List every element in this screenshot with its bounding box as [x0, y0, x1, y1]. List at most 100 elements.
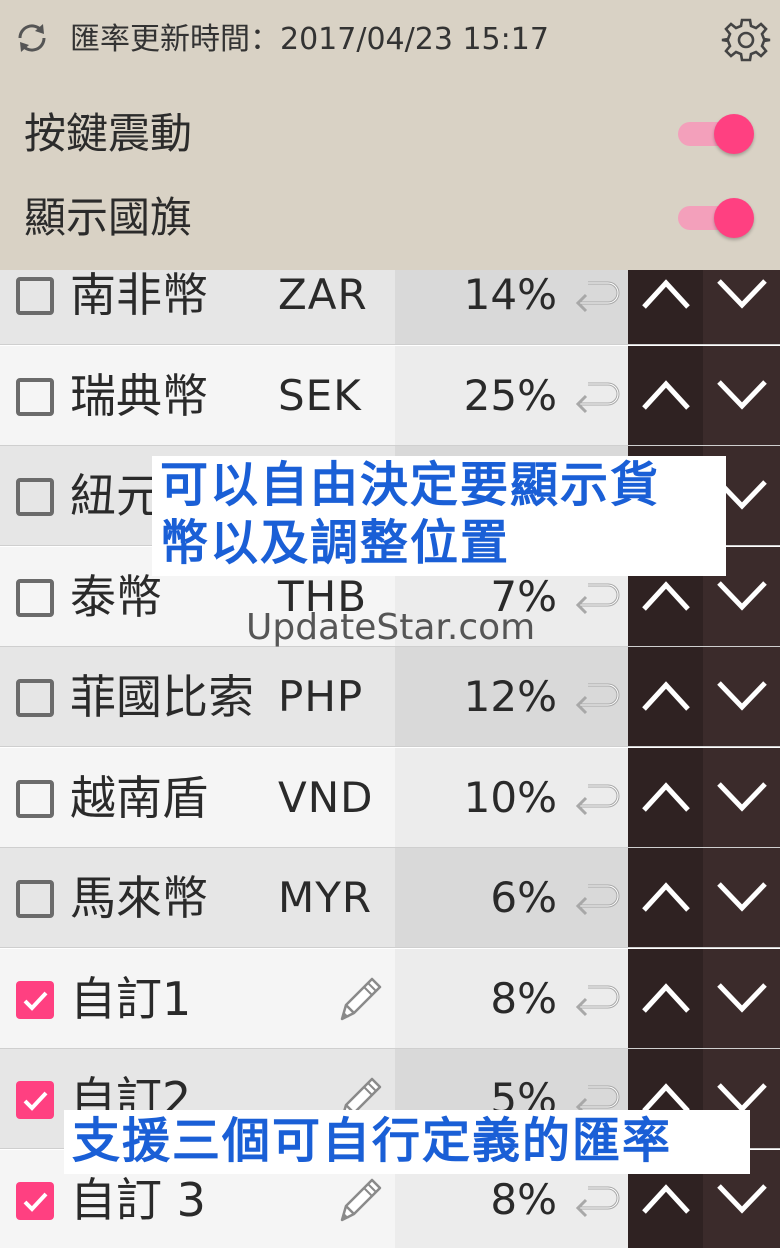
- currency-name: 菲國比索: [70, 670, 254, 724]
- chevron-up-icon: [642, 580, 690, 611]
- currency-info-cell: 越南盾 VND: [0, 747, 395, 848]
- pencil-icon[interactable]: [328, 969, 388, 1029]
- caption-custom-rates: 支援三個可自行定義的匯率: [64, 1110, 750, 1174]
- chevron-up-icon: [642, 1183, 690, 1214]
- undo-icon[interactable]: [574, 1180, 622, 1220]
- settings-panel: 匯率更新時間：2017/04/23 15:17 按鍵震動 顯示國旗: [0, 0, 780, 270]
- move-down-button[interactable]: [703, 270, 780, 345]
- currency-checkbox[interactable]: [16, 779, 54, 818]
- undo-icon[interactable]: [574, 275, 622, 315]
- chevron-down-icon: [717, 781, 767, 812]
- refresh-icon[interactable]: [12, 18, 52, 58]
- currency-code: MYR: [278, 873, 373, 922]
- percent-value[interactable]: 10%: [395, 770, 557, 826]
- currency-row: 南非幣 ZAR 14%: [0, 270, 780, 345]
- move-down-button[interactable]: [703, 345, 780, 446]
- currency-checkbox[interactable]: [16, 1181, 54, 1220]
- setting-label-flags: 顯示國旗: [24, 193, 193, 242]
- caption-reorder-line1: 可以自由決定要顯示貨: [160, 457, 661, 513]
- watermark: UpdateStar.com: [246, 607, 536, 648]
- currency-name: 瑞典幣: [70, 368, 208, 423]
- currency-code: ZAR: [278, 270, 368, 319]
- chevron-down-icon: [717, 580, 767, 611]
- currency-name: 泰幣: [70, 569, 162, 624]
- currency-list: 南非幣 ZAR 14% 瑞典幣 SEK 25% 紐元 泰幣 THB 7% 菲國比索 PHP 12% 越南盾…: [0, 270, 780, 1248]
- percent-value[interactable]: 12%: [395, 669, 557, 725]
- currency-info-cell: 自訂1: [0, 948, 395, 1049]
- move-up-button[interactable]: [628, 747, 703, 848]
- currency-row: 越南盾 VND 10%: [0, 747, 780, 848]
- chevron-up-icon: [642, 681, 690, 711]
- chevron-up-icon: [642, 379, 690, 410]
- currency-checkbox[interactable]: [16, 277, 54, 315]
- undo-icon[interactable]: [574, 577, 622, 617]
- move-up-button[interactable]: [628, 270, 703, 345]
- flags-toggle[interactable]: [676, 196, 754, 240]
- currency-info-cell: 南非幣 ZAR: [0, 270, 395, 345]
- checkmark-icon: [23, 991, 48, 1011]
- gear-icon[interactable]: [720, 14, 772, 66]
- currency-name: 紐元: [70, 469, 162, 523]
- currency-name: 南非幣: [70, 270, 208, 322]
- currency-code: PHP: [278, 672, 364, 721]
- currency-row: 菲國比索 PHP 12%: [0, 647, 780, 747]
- currency-checkbox[interactable]: [16, 880, 54, 918]
- undo-icon[interactable]: [574, 778, 622, 818]
- currency-checkbox[interactable]: [16, 478, 54, 516]
- move-up-button[interactable]: [628, 647, 703, 747]
- move-up-button[interactable]: [628, 848, 703, 948]
- chevron-down-icon: [717, 882, 767, 912]
- chevron-up-icon: [642, 781, 690, 812]
- undo-icon[interactable]: [574, 979, 622, 1019]
- chevron-up-icon: [642, 882, 690, 912]
- undo-icon[interactable]: [574, 376, 622, 416]
- currency-checkbox[interactable]: [16, 578, 54, 617]
- move-down-button[interactable]: [703, 747, 780, 848]
- move-down-button[interactable]: [703, 848, 780, 948]
- checkmark-icon: [23, 1192, 48, 1212]
- toggle-knob: [714, 198, 754, 238]
- currency-info-cell: 菲國比索 PHP: [0, 647, 395, 747]
- percent-value[interactable]: 14%: [395, 270, 557, 323]
- pencil-icon[interactable]: [328, 1170, 388, 1230]
- currency-code: VND: [278, 772, 374, 822]
- move-down-button[interactable]: [703, 948, 780, 1049]
- chevron-up-icon: [642, 982, 690, 1013]
- toggle-knob: [714, 114, 754, 154]
- chevron-down-icon: [717, 681, 767, 711]
- move-up-button[interactable]: [628, 948, 703, 1049]
- update-time-bar: 匯率更新時間：2017/04/23 15:17: [0, 0, 780, 80]
- chevron-down-icon: [717, 379, 767, 410]
- currency-name: 自訂 3: [70, 1172, 206, 1227]
- chevron-up-icon: [642, 279, 690, 309]
- currency-row: 瑞典幣 SEK 25%: [0, 345, 780, 446]
- move-down-button[interactable]: [703, 647, 780, 747]
- checkmark-icon: [23, 1091, 48, 1111]
- caption-reorder: 可以自由決定要顯示貨 幣以及調整位置: [152, 456, 726, 576]
- vibration-toggle[interactable]: [676, 112, 754, 156]
- percent-value[interactable]: 8%: [395, 1172, 557, 1228]
- undo-icon[interactable]: [574, 677, 622, 717]
- setting-key-vibration: 按鍵震動: [0, 92, 780, 176]
- currency-checkbox[interactable]: [16, 377, 54, 416]
- currency-checkbox[interactable]: [16, 679, 54, 717]
- currency-checkbox[interactable]: [16, 1081, 54, 1119]
- chevron-down-icon: [717, 279, 767, 309]
- currency-row: 馬來幣 MYR 6%: [0, 848, 780, 948]
- currency-row: 自訂1 8%: [0, 948, 780, 1049]
- percent-value[interactable]: 6%: [395, 870, 557, 926]
- chevron-down-icon: [717, 982, 767, 1013]
- update-time-text: 匯率更新時間：2017/04/23 15:17: [70, 22, 549, 57]
- currency-info-cell: 馬來幣 MYR: [0, 848, 395, 948]
- chevron-down-icon: [717, 1183, 767, 1214]
- undo-icon[interactable]: [574, 878, 622, 918]
- setting-show-flags: 顯示國旗: [0, 176, 780, 260]
- currency-name: 馬來幣: [70, 871, 208, 925]
- currency-info-cell: 瑞典幣 SEK: [0, 345, 395, 446]
- setting-label-vibration: 按鍵震動: [24, 109, 193, 158]
- currency-checkbox[interactable]: [16, 980, 54, 1019]
- caption-reorder-line2: 幣以及調整位置: [160, 515, 511, 571]
- move-up-button[interactable]: [628, 345, 703, 446]
- percent-value[interactable]: 25%: [395, 368, 557, 424]
- percent-value[interactable]: 8%: [395, 971, 557, 1027]
